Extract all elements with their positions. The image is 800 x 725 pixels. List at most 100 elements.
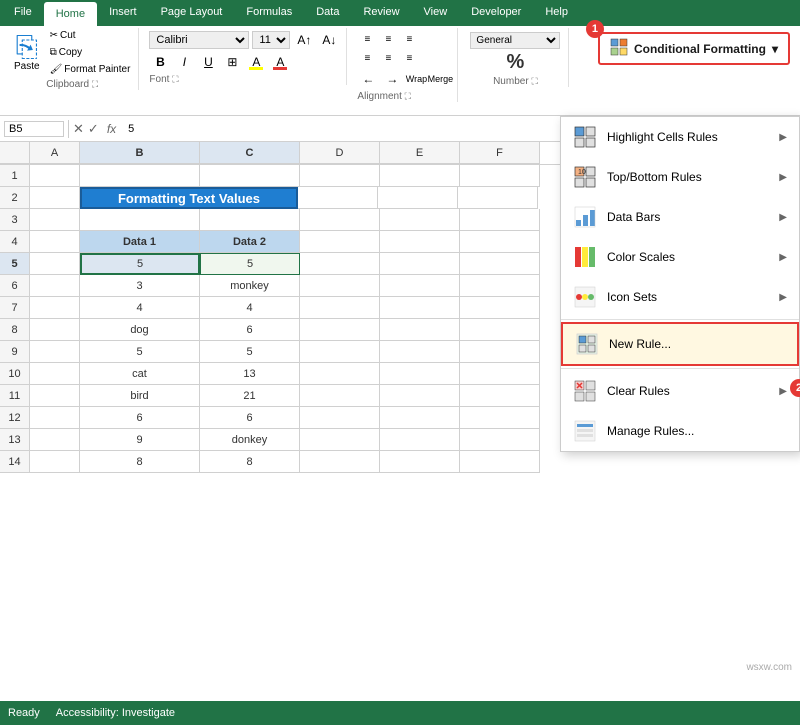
cell-a13[interactable] xyxy=(30,429,80,451)
menu-item-highlight-cells[interactable]: Highlight Cells Rules ▶ xyxy=(561,117,799,157)
border-button[interactable]: ⊞ xyxy=(221,52,243,72)
cell-f13[interactable] xyxy=(460,429,540,451)
cell-a7[interactable] xyxy=(30,297,80,319)
tab-file[interactable]: File xyxy=(2,0,44,26)
col-header-f[interactable]: F xyxy=(460,142,540,164)
menu-item-top-bottom[interactable]: 10 Top/Bottom Rules ▶ xyxy=(561,157,799,197)
cell-a14[interactable] xyxy=(30,451,80,473)
cell-f7[interactable] xyxy=(460,297,540,319)
bold-button[interactable]: B xyxy=(149,52,171,72)
tab-data[interactable]: Data xyxy=(304,0,351,26)
tab-formulas[interactable]: Formulas xyxy=(234,0,304,26)
cell-d8[interactable] xyxy=(300,319,380,341)
conditional-formatting-button[interactable]: Conditional Formatting ▾ xyxy=(598,32,790,65)
cell-e4[interactable] xyxy=(380,231,460,253)
cell-a12[interactable] xyxy=(30,407,80,429)
cell-d2[interactable] xyxy=(298,187,378,209)
cell-e6[interactable] xyxy=(380,275,460,297)
cell-f2[interactable] xyxy=(458,187,538,209)
paste-button[interactable]: ⎘ Paste xyxy=(10,31,44,74)
cell-d6[interactable] xyxy=(300,275,380,297)
menu-item-new-rule[interactable]: New Rule... xyxy=(561,322,799,366)
align-bottom-left-icon[interactable]: ≡ xyxy=(357,49,377,67)
cell-c5[interactable]: 5 xyxy=(200,253,300,275)
merge-center-button[interactable]: Merge xyxy=(429,69,451,89)
cell-d10[interactable] xyxy=(300,363,380,385)
decrease-font-button[interactable]: A↓ xyxy=(318,30,340,50)
cell-c14[interactable]: 8 xyxy=(200,451,300,473)
cell-f9[interactable] xyxy=(460,341,540,363)
cell-f10[interactable] xyxy=(460,363,540,385)
cell-b9[interactable]: 5 xyxy=(80,341,200,363)
cell-b1[interactable] xyxy=(80,165,200,187)
cell-e1[interactable] xyxy=(380,165,460,187)
cell-f5[interactable] xyxy=(460,253,540,275)
italic-button[interactable]: I xyxy=(173,52,195,72)
cell-c6[interactable]: monkey xyxy=(200,275,300,297)
increase-font-button[interactable]: A↑ xyxy=(293,30,315,50)
font-size-select[interactable]: 11 xyxy=(252,31,290,49)
cell-f1[interactable] xyxy=(460,165,540,187)
cell-a5[interactable] xyxy=(30,253,80,275)
col-header-c[interactable]: C xyxy=(200,142,300,164)
cell-b11[interactable]: bird xyxy=(80,385,200,407)
copy-button[interactable]: ⧉ Copy xyxy=(46,45,135,60)
cell-f8[interactable] xyxy=(460,319,540,341)
number-format-select[interactable]: General xyxy=(470,32,560,49)
cell-reference-input[interactable] xyxy=(4,121,64,137)
align-top-left-icon[interactable]: ≡ xyxy=(357,30,377,48)
menu-item-icon-sets[interactable]: Icon Sets ▶ xyxy=(561,277,799,317)
menu-item-clear-rules[interactable]: Clear Rules ▶ xyxy=(561,371,799,411)
cell-f12[interactable] xyxy=(460,407,540,429)
cell-f6[interactable] xyxy=(460,275,540,297)
cell-b6[interactable]: 3 xyxy=(80,275,200,297)
cell-d7[interactable] xyxy=(300,297,380,319)
fill-color-button[interactable]: A xyxy=(245,52,267,72)
cell-d4[interactable] xyxy=(300,231,380,253)
cell-d13[interactable] xyxy=(300,429,380,451)
cell-d14[interactable] xyxy=(300,451,380,473)
cell-c8[interactable]: 6 xyxy=(200,319,300,341)
cell-e8[interactable] xyxy=(380,319,460,341)
cell-f4[interactable] xyxy=(460,231,540,253)
cell-c4-header[interactable]: Data 2 xyxy=(200,231,300,253)
cell-c7[interactable]: 4 xyxy=(200,297,300,319)
align-top-right-icon[interactable]: ≡ xyxy=(399,30,419,48)
col-header-d[interactable]: D xyxy=(300,142,380,164)
cell-a8[interactable] xyxy=(30,319,80,341)
cell-a6[interactable] xyxy=(30,275,80,297)
align-bottom-right-icon[interactable]: ≡ xyxy=(399,49,419,67)
cell-a4[interactable] xyxy=(30,231,80,253)
align-bottom-center-icon[interactable]: ≡ xyxy=(378,49,398,67)
cell-b10[interactable]: cat xyxy=(80,363,200,385)
underline-button[interactable]: U xyxy=(197,52,219,72)
format-painter-button[interactable]: 🖌 Format Painter xyxy=(46,62,135,77)
cell-d12[interactable] xyxy=(300,407,380,429)
cell-e5[interactable] xyxy=(380,253,460,275)
menu-item-color-scales[interactable]: Color Scales ▶ xyxy=(561,237,799,277)
cell-a1[interactable] xyxy=(30,165,80,187)
cut-button[interactable]: ✂ Cut xyxy=(46,28,135,43)
tab-view[interactable]: View xyxy=(412,0,460,26)
cell-b4-header[interactable]: Data 1 xyxy=(80,231,200,253)
cell-d3[interactable] xyxy=(300,209,380,231)
cell-f3[interactable] xyxy=(460,209,540,231)
cell-e14[interactable] xyxy=(380,451,460,473)
cell-f14[interactable] xyxy=(460,451,540,473)
tab-page-layout[interactable]: Page Layout xyxy=(149,0,235,26)
cell-e11[interactable] xyxy=(380,385,460,407)
cell-e10[interactable] xyxy=(380,363,460,385)
cell-b12[interactable]: 6 xyxy=(80,407,200,429)
decrease-indent-button[interactable]: ← xyxy=(357,69,379,89)
align-top-center-icon[interactable]: ≡ xyxy=(378,30,398,48)
cell-e7[interactable] xyxy=(380,297,460,319)
cell-d9[interactable] xyxy=(300,341,380,363)
font-family-select[interactable]: Calibri xyxy=(149,31,249,49)
cell-a2[interactable] xyxy=(30,187,80,209)
tab-home[interactable]: Home xyxy=(44,2,97,26)
cell-a10[interactable] xyxy=(30,363,80,385)
cell-f11[interactable] xyxy=(460,385,540,407)
increase-indent-button[interactable]: → xyxy=(381,69,403,89)
confirm-formula-icon[interactable]: ✓ xyxy=(88,121,99,137)
cell-b8[interactable]: dog xyxy=(80,319,200,341)
